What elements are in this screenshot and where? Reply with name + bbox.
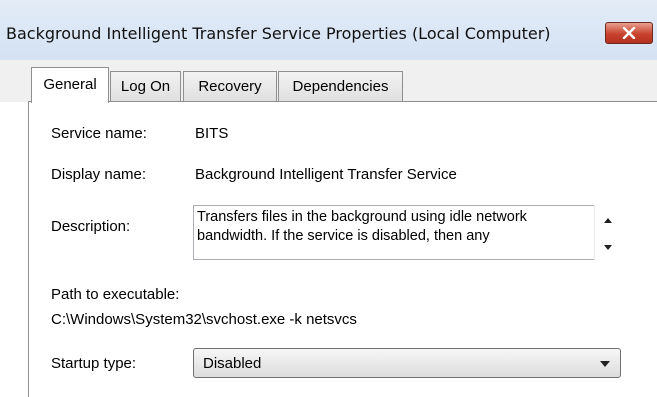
title-bar: Background Intelligent Transfer Service … [0, 0, 657, 60]
startup-type-dropdown[interactable]: Disabled [193, 348, 621, 378]
display-name-value: Background Intelligent Transfer Service [195, 166, 457, 183]
startup-type-value: Disabled [203, 355, 262, 372]
tab-label: Recovery [198, 78, 262, 95]
scroll-down-arrow-icon[interactable] [604, 245, 612, 250]
chevron-down-icon [600, 361, 610, 367]
tab-dependencies[interactable]: Dependencies [278, 71, 403, 101]
window-title: Background Intelligent Transfer Service … [6, 24, 551, 43]
tab-recovery[interactable]: Recovery [183, 71, 277, 101]
close-icon [622, 27, 636, 39]
description-textbox[interactable]: Transfers files in the background using … [193, 205, 621, 260]
tab-label: General [43, 76, 97, 93]
tab-general[interactable]: General [31, 67, 109, 103]
path-value: C:\Windows\System32\svchost.exe -k netsv… [51, 311, 357, 328]
description-label: Description: [51, 218, 131, 235]
tab-label: Log On [120, 78, 171, 95]
path-label: Path to executable: [51, 286, 180, 303]
description-text: Transfers files in the background using … [197, 209, 527, 244]
scroll-up-arrow-icon[interactable] [604, 218, 612, 223]
display-name-label: Display name: [51, 166, 147, 183]
tab-log-on[interactable]: Log On [110, 71, 181, 101]
description-scrollbar[interactable] [594, 205, 621, 260]
service-name-value: BITS [195, 125, 229, 142]
service-name-label: Service name: [51, 125, 147, 142]
close-button[interactable] [605, 22, 653, 44]
tab-label: Dependencies [292, 78, 389, 95]
startup-type-label: Startup type: [51, 355, 137, 372]
